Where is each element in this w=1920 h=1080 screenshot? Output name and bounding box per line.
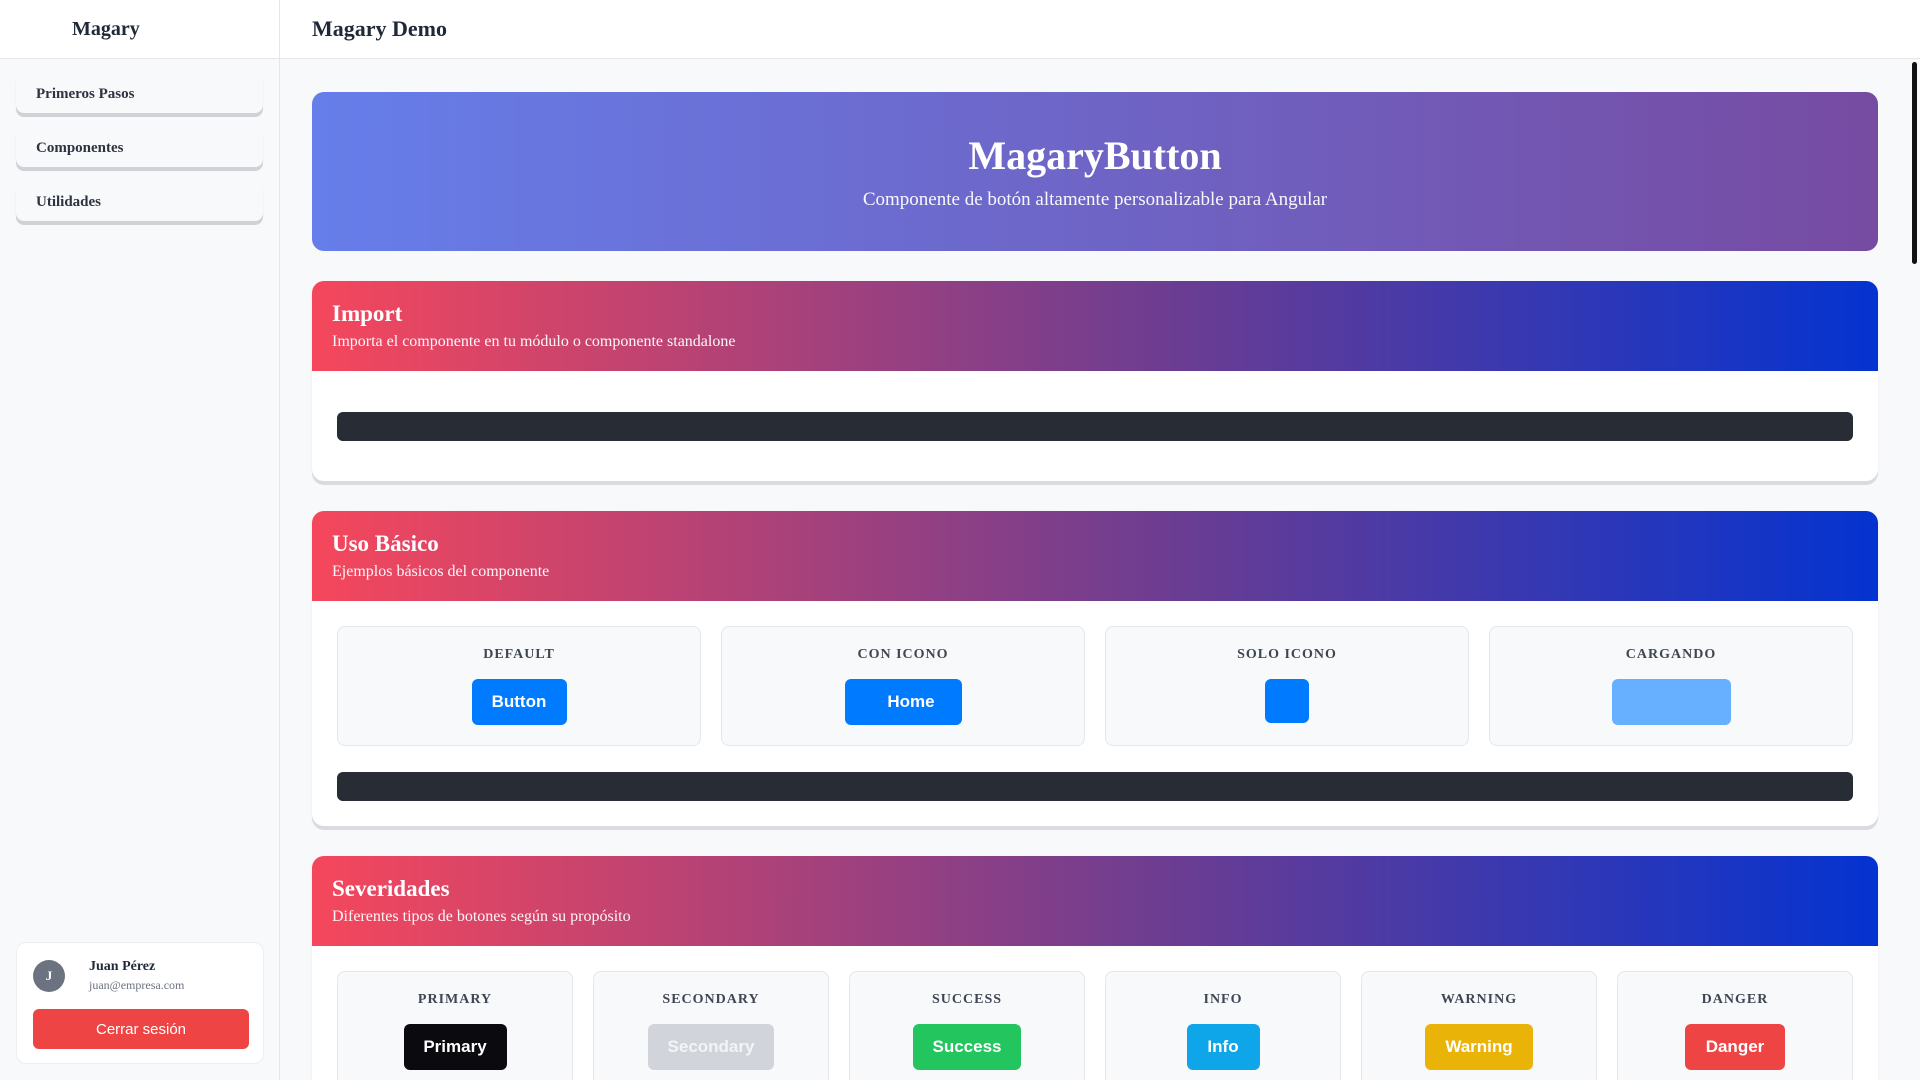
section-header: Severidades Diferentes tipos de botones … [312,856,1878,946]
section-header: Import Importa el componente en tu módul… [312,281,1878,371]
demo-label: DEFAULT [483,647,555,662]
loading-button[interactable] [1611,679,1731,725]
demo-label: CON ICONO [857,647,949,662]
severity-card-secondary: SECONDARY Secondary [593,971,829,1080]
hero-title: MagaryButton [968,133,1222,178]
severity-card-danger: DANGER Danger [1617,971,1853,1080]
demo-card-solo-icono: SOLO ICONO [1105,626,1469,746]
sidebar-nav: Primeros Pasos Componentes Utilidades [0,59,279,221]
demo-label: PRIMARY [417,992,493,1007]
sidebar-item-componentes[interactable]: Componentes [16,129,263,167]
secondary-button[interactable]: Secondary [648,1024,774,1070]
severity-grid: PRIMARY Primary SECONDARY Secondary SUCC… [337,971,1853,1080]
section-description: Diferentes tipos de botones según su pro… [332,908,631,925]
user-info: Juan Pérez juan@empresa.com [89,959,184,993]
home-button[interactable]: Home [844,679,962,725]
sidebar-item-primeros-pasos[interactable]: Primeros Pasos [16,75,263,113]
scrollbar-thumb[interactable] [1912,62,1917,264]
section-severities: Severidades Diferentes tipos de botones … [312,856,1878,1080]
page-title: Magary Demo [312,16,448,41]
user-email: juan@empresa.com [89,978,185,992]
warning-button[interactable]: Warning [1425,1024,1533,1070]
sidebar-item-utilidades[interactable]: Utilidades [16,183,263,221]
section-basic-usage: Uso Básico Ejemplos básicos del componen… [312,511,1878,826]
section-title: Uso Básico [332,531,439,556]
hero-banner: MagaryButton Componente de botón altamen… [312,92,1878,251]
section-title: Import [332,301,403,326]
demo-label: SOLO ICONO [1237,647,1337,662]
icon-only-button[interactable] [1265,679,1309,723]
demo-label: SECONDARY [662,992,760,1007]
section-body [312,371,1878,481]
brand-logo[interactable]: Magary [0,0,279,59]
user-row: J Juan Pérez juan@empresa.com [33,959,247,993]
main-content: MagaryButton Componente de botón altamen… [312,92,1878,1080]
section-header: Uso Básico Ejemplos básicos del componen… [312,511,1878,601]
severity-card-primary: PRIMARY Primary [337,971,573,1080]
section-title: Severidades [332,876,450,901]
hero-subtitle: Componente de botón altamente personaliz… [862,189,1328,210]
demo-label: SUCCESS [931,992,1003,1007]
code-block[interactable] [337,412,1853,441]
danger-button[interactable]: Danger [1685,1024,1785,1070]
demo-card-con-icono: CON ICONO Home [721,626,1085,746]
severity-card-info: INFO Info [1105,971,1341,1080]
severity-card-success: SUCCESS Success [849,971,1085,1080]
code-block[interactable] [337,772,1853,801]
home-button-label: Home [887,692,935,711]
sidebar: Magary Primeros Pasos Componentes Utilid… [0,0,280,1080]
demo-grid: DEFAULT Button CON ICONO Home SOLO ICONO [337,626,1853,746]
user-name: Juan Pérez [89,959,156,974]
default-button[interactable]: Button [471,679,567,725]
demo-label: INFO [1203,992,1243,1007]
success-button[interactable]: Success [913,1024,1021,1070]
demo-label: WARNING [1440,992,1518,1007]
section-body: DEFAULT Button CON ICONO Home SOLO ICONO [312,601,1878,826]
avatar: J [33,960,65,992]
user-card: J Juan Pérez juan@empresa.com Cerrar ses… [16,942,264,1064]
top-header: Magary Demo [280,0,1920,59]
primary-button[interactable]: Primary [403,1024,507,1070]
demo-card-cargando: CARGANDO [1489,626,1853,746]
severity-card-warning: WARNING Warning [1361,971,1597,1080]
demo-label: DANGER [1701,992,1769,1007]
demo-card-default: DEFAULT Button [337,626,701,746]
section-body: PRIMARY Primary SECONDARY Secondary SUCC… [312,946,1878,1080]
section-description: Ejemplos básicos del componente [332,563,550,580]
logout-button[interactable]: Cerrar sesión [33,1009,249,1049]
section-import: Import Importa el componente en tu módul… [312,281,1878,481]
demo-label: CARGANDO [1625,647,1717,662]
section-description: Importa el componente en tu módulo o com… [332,333,736,350]
info-button[interactable]: Info [1186,1024,1260,1070]
